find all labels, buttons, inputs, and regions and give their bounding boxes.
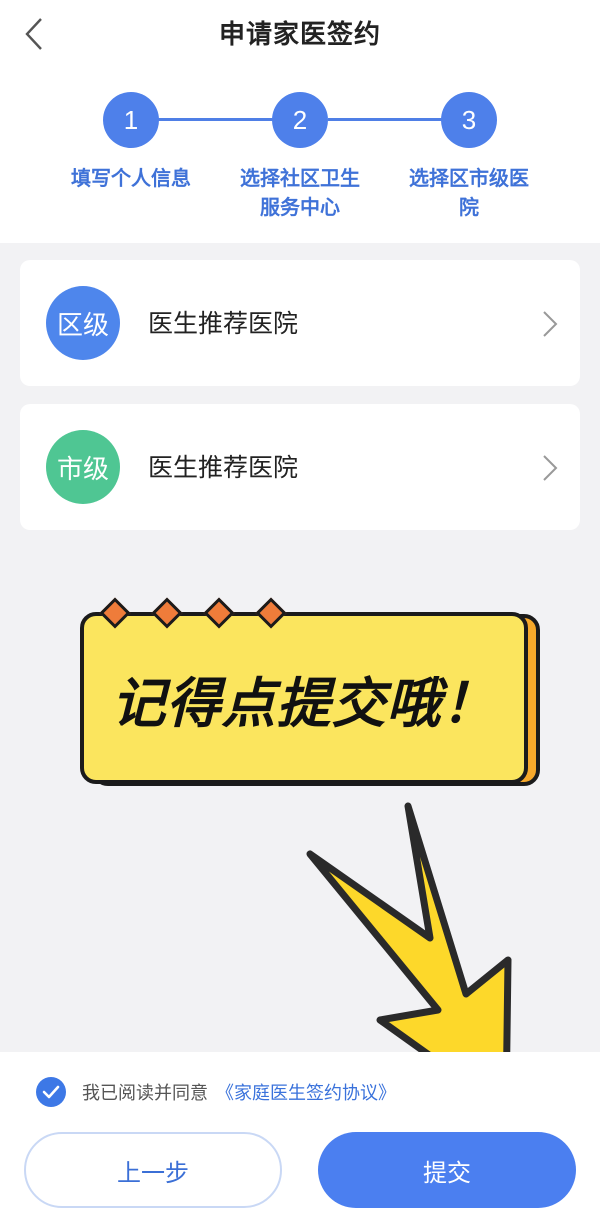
agree-checkbox[interactable] [36,1077,66,1107]
previous-step-button[interactable]: 上一步 [24,1132,282,1208]
city-card-text: 医生推荐医院 [148,453,299,482]
page-title: 申请家医签约 [218,20,381,50]
step-2-label: 选择社区卫生服务中心 [240,166,360,219]
step-1-label: 填写个人信息 [71,166,191,190]
district-card-text: 医生推荐医院 [148,309,299,338]
agreement-link[interactable]: 《家庭医生签约协议》 [216,1079,396,1105]
agreement-text: 我已阅读并同意 [82,1083,208,1104]
reminder-banner: 记得点提交哦！ [80,597,545,792]
city-badge: 市级 [46,430,120,504]
agreement-row: 我已阅读并同意 《家庭医生签约协议》 [36,1076,396,1108]
step-3-circle: 3 [441,92,497,148]
step-1-circle: 1 [103,92,159,148]
step-2-circle: 2 [272,92,328,148]
submit-button[interactable]: 提交 [318,1132,576,1208]
header-area: 申请家医签约 1 2 3 填写个人信息 选择社区卫生服务中心 选择区市级医院 [0,0,600,243]
district-hospital-card[interactable]: 区级 医生推荐医院 [20,260,580,386]
chevron-right-icon [543,311,558,337]
step-connector [158,118,280,121]
chevron-right-icon [543,455,558,481]
banner-body: 记得点提交哦！ [80,612,528,784]
bottom-action-bar: 我已阅读并同意 《家庭医生签约协议》 上一步 提交 [0,1052,600,1226]
checkmark-icon [42,1085,60,1099]
district-badge: 区级 [46,286,120,360]
step-indicator: 1 2 3 填写个人信息 选择社区卫生服务中心 选择区市级医院 [0,90,600,240]
step-3-label: 选择区市级医院 [409,166,529,219]
city-hospital-card[interactable]: 市级 医生推荐医院 [20,404,580,530]
banner-text: 记得点提交哦！ [111,671,497,735]
step-connector [328,118,450,121]
